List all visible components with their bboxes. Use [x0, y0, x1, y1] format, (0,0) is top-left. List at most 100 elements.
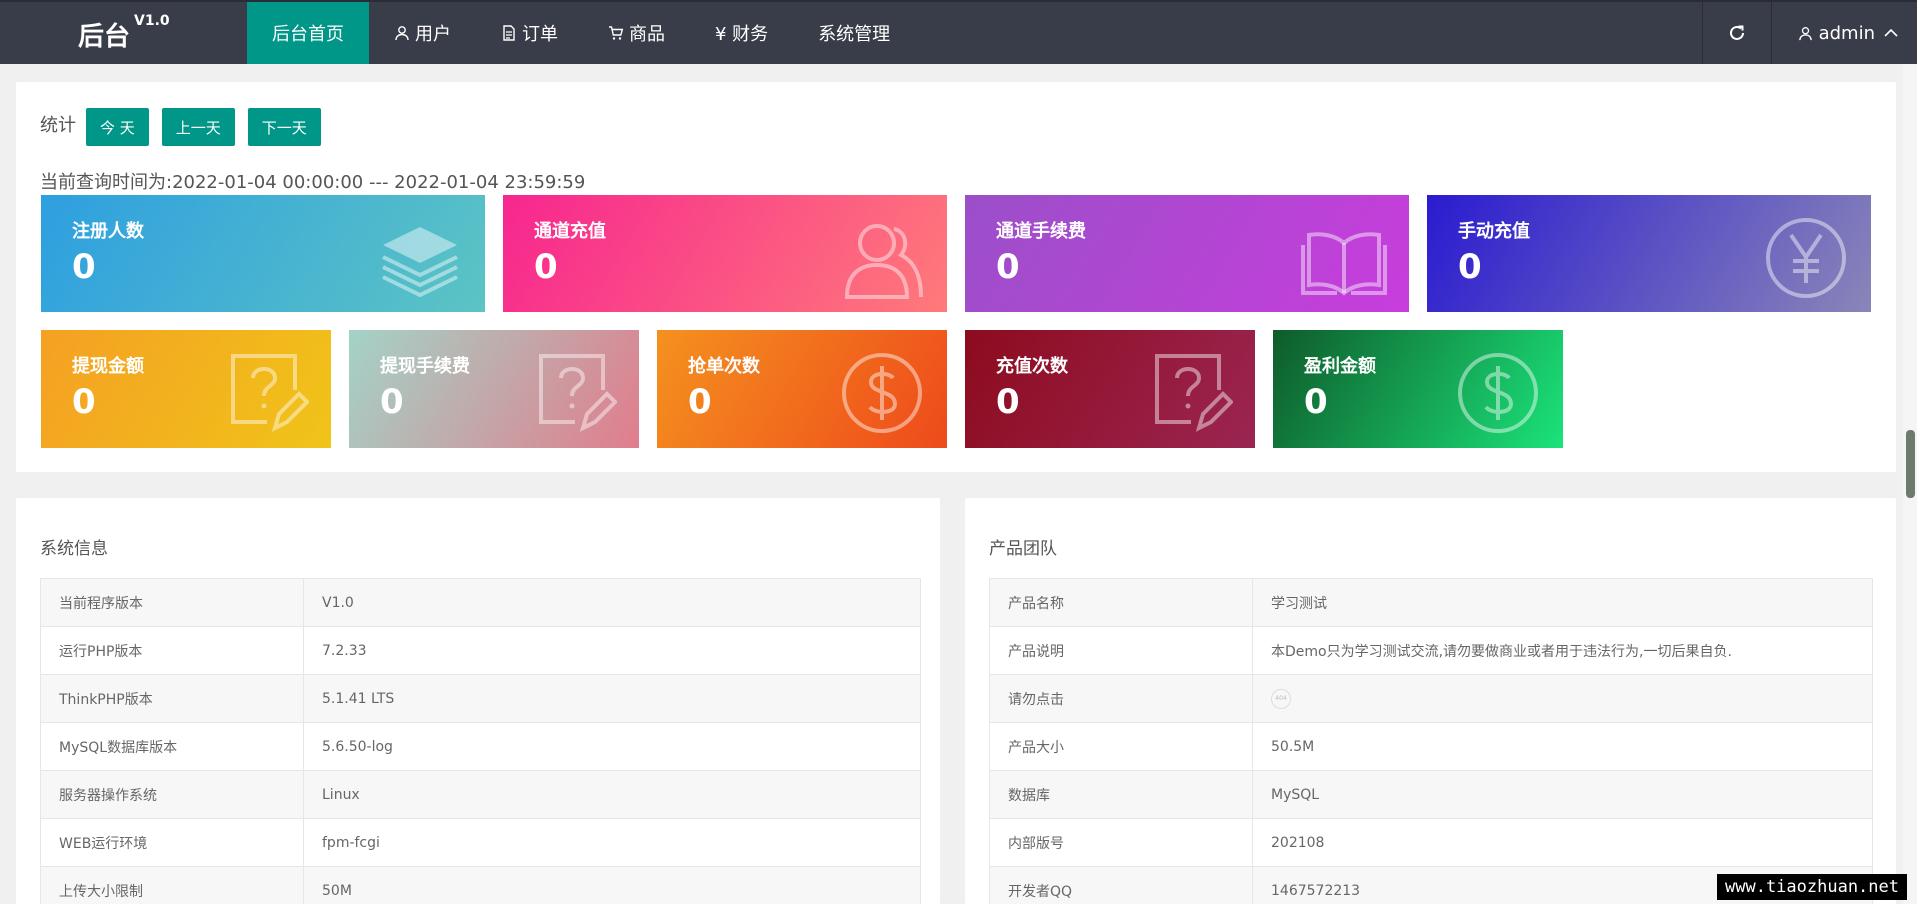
- chevron-up-icon: [1884, 28, 1898, 37]
- card-title: 提现手续费: [380, 356, 470, 377]
- dollar-circle-icon: [1458, 353, 1538, 433]
- app-logo[interactable]: 后台V1.0: [78, 13, 170, 53]
- prev-day-button[interactable]: 上一天: [161, 108, 235, 146]
- row-value: 202108: [1252, 818, 1873, 867]
- table-row: 内部版号 202108: [989, 818, 1873, 867]
- row-value: 本Demo只为学习测试交流,请勿要做商业或者用于违法行为,一切后果自负.: [1252, 626, 1873, 675]
- layers-icon: [382, 227, 458, 298]
- header-right: admin: [1701, 2, 1917, 64]
- table-row: MySQL数据库版本 5.6.50-log: [40, 722, 921, 771]
- card-title: 手动充值: [1458, 221, 1530, 242]
- nav-item-system[interactable]: 系统管理: [793, 2, 915, 64]
- table-row: 产品名称 学习测试: [989, 578, 1873, 627]
- stat-card: 盈利金额 0: [1273, 330, 1563, 448]
- nav-item-products[interactable]: 商品: [583, 2, 690, 64]
- card-value: 0: [380, 382, 404, 422]
- row-value: 404: [1252, 674, 1873, 723]
- nav-label: 商品: [629, 24, 665, 45]
- card-title: 盈利金额: [1304, 356, 1376, 377]
- row-value: 50M: [303, 866, 921, 904]
- user-menu[interactable]: admin: [1772, 2, 1917, 64]
- nav-label: 用户: [415, 24, 451, 45]
- row-key: 服务器操作系统: [40, 770, 304, 819]
- nav-item-finance[interactable]: ¥ 财务: [690, 2, 793, 64]
- system-info-title: 系统信息: [40, 539, 108, 559]
- today-button[interactable]: 今 天: [86, 108, 149, 146]
- row-key: 运行PHP版本: [40, 626, 304, 675]
- row-key: 产品说明: [989, 626, 1253, 675]
- question-edit-icon: [539, 354, 617, 432]
- card-title: 充值次数: [996, 356, 1068, 377]
- user-icon: [1798, 26, 1812, 40]
- watermark: www.tiaozhuan.net: [1717, 874, 1907, 900]
- card-value: 0: [996, 247, 1020, 287]
- users-icon: [844, 224, 923, 299]
- row-key: 内部版号: [989, 818, 1253, 867]
- next-day-button[interactable]: 下一天: [247, 108, 321, 146]
- table-row: 产品说明 本Demo只为学习测试交流,请勿要做商业或者用于违法行为,一切后果自负.: [989, 626, 1873, 675]
- table-row: 当前程序版本 V1.0: [40, 578, 921, 627]
- product-team-title: 产品团队: [989, 539, 1057, 559]
- logo-text: 后台: [78, 22, 131, 52]
- yen-circle-icon: [1766, 218, 1846, 298]
- card-value: 0: [996, 382, 1020, 422]
- stat-card: 注册人数 0: [41, 195, 485, 312]
- row-key: MySQL数据库版本: [40, 722, 304, 771]
- row-key: WEB运行环境: [40, 818, 304, 867]
- row-value: Linux: [303, 770, 921, 819]
- table-row: 请勿点击 404: [989, 674, 1873, 723]
- table-row: WEB运行环境 fpm-fcgi: [40, 818, 921, 867]
- row-key: 产品名称: [989, 578, 1253, 627]
- card-title: 通道手续费: [996, 221, 1086, 242]
- cart-icon: [609, 26, 624, 40]
- table-row: ThinkPHP版本 5.1.41 LTS: [40, 674, 921, 723]
- system-info-table: 当前程序版本 V1.0 运行PHP版本 7.2.33 ThinkPHP版本 5.1.4…: [40, 578, 921, 904]
- row-value: fpm-fcgi: [303, 818, 921, 867]
- refresh-button[interactable]: [1701, 2, 1772, 64]
- table-row: 服务器操作系统 Linux: [40, 770, 921, 819]
- card-title: 提现金额: [72, 356, 144, 377]
- card-value: 0: [1458, 247, 1482, 287]
- row-value: 7.2.33: [303, 626, 921, 675]
- query-time-text: 当前查询时间为:2022-01-04 00:00:00 --- 2022-01-…: [40, 172, 586, 193]
- nav-item-home[interactable]: 后台首页: [247, 2, 369, 64]
- user-icon: [395, 26, 409, 41]
- nav-label: ¥ 财务: [715, 24, 769, 45]
- row-key: ThinkPHP版本: [40, 674, 304, 723]
- dont-click-link[interactable]: 404: [1271, 688, 1291, 709]
- username: admin: [1818, 22, 1875, 44]
- nav-item-orders[interactable]: 订单: [476, 2, 583, 64]
- top-header: 后台V1.0 后台首页 用户 订单 商品 ¥ 财务 系统管理 admin: [0, 0, 1917, 64]
- product-team-panel: 产品团队 产品名称 学习测试 产品说明 本Demo只为学习测试交流,请勿要做商业或者…: [965, 498, 1896, 904]
- main-nav: 后台首页 用户 订单 商品 ¥ 财务 系统管理: [247, 2, 915, 64]
- stat-card: 通道手续费 0: [965, 195, 1409, 312]
- card-value: 0: [534, 247, 558, 287]
- stat-card: 通道充值 0: [503, 195, 947, 312]
- product-team-table: 产品名称 学习测试 产品说明 本Demo只为学习测试交流,请勿要做商业或者用于违法行…: [989, 578, 1873, 904]
- question-edit-icon: [1155, 354, 1233, 432]
- stats-panel: 统计 今 天 上一天 下一天 当前查询时间为:2022-01-04 00:00:…: [16, 82, 1896, 472]
- row-key: 产品大小: [989, 722, 1253, 771]
- stat-card: 手动充值 0: [1427, 195, 1871, 312]
- book-icon: [1301, 232, 1387, 296]
- table-row: 产品大小 50.5M: [989, 722, 1873, 771]
- nav-label: 后台首页: [272, 24, 344, 45]
- question-edit-icon: [231, 354, 309, 432]
- version-label: V1.0: [134, 13, 170, 30]
- card-title: 抢单次数: [688, 356, 760, 377]
- row-key: 请勿点击: [989, 674, 1253, 723]
- system-info-panel: 系统信息 当前程序版本 V1.0 运行PHP版本 7.2.33 ThinkPHP版本…: [16, 498, 940, 904]
- stat-card: 充值次数 0: [965, 330, 1255, 448]
- row-value: V1.0: [303, 578, 921, 627]
- card-value: 0: [72, 247, 96, 287]
- row-value: 50.5M: [1252, 722, 1873, 771]
- stats-toolbar: 统计 今 天 上一天 下一天: [40, 108, 334, 146]
- nav-item-users[interactable]: 用户: [369, 2, 476, 64]
- scrollbar-thumb[interactable]: [1906, 430, 1915, 498]
- document-icon: [503, 25, 515, 41]
- row-value: 5.6.50-log: [303, 722, 921, 771]
- page-scrollbar[interactable]: [1903, 64, 1917, 904]
- card-title: 注册人数: [72, 221, 144, 242]
- row-key: 开发者QQ: [989, 866, 1253, 904]
- stat-card: 抢单次数 0: [657, 330, 947, 448]
